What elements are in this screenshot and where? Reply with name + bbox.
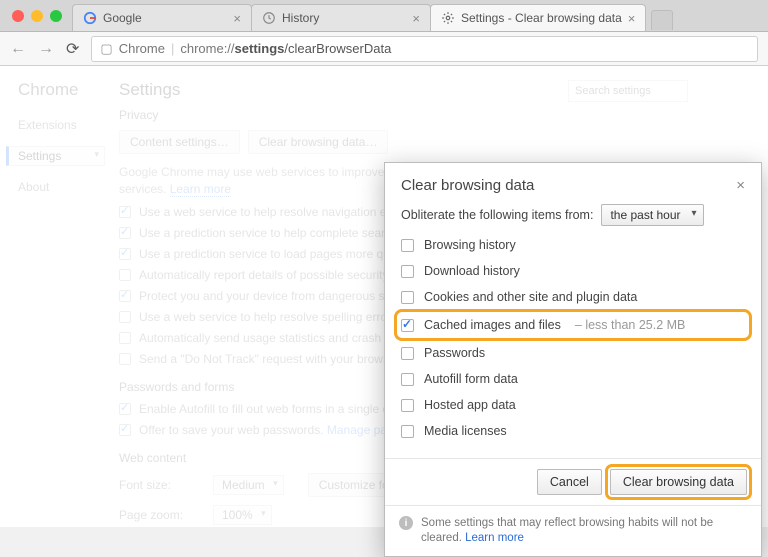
checkbox-label: Protect you and your device from dangero…: [139, 289, 403, 303]
checkbox-label: Enable Autofill to fill out web forms in…: [139, 402, 409, 416]
left-nav: Chrome Extensions Settings About: [0, 66, 105, 527]
tab-label: Settings - Clear browsing data: [461, 11, 622, 25]
checkbox-icon[interactable]: [401, 239, 414, 252]
info-icon: i: [399, 516, 413, 530]
omnibox-host: Chrome: [119, 41, 165, 56]
tab-history[interactable]: History ×: [251, 4, 431, 31]
checkbox-label: Use a web service to help resolve spelli…: [139, 310, 397, 324]
close-tab-icon[interactable]: ×: [233, 11, 241, 26]
learn-more-link[interactable]: Learn more: [465, 532, 524, 544]
checkbox-label: Use a prediction service to load pages m…: [139, 247, 413, 261]
back-button[interactable]: ←: [10, 40, 26, 58]
option-label: Cached images and files: [424, 318, 561, 332]
option-label: Download history: [424, 264, 520, 278]
dialog-footnote: Some settings that may reflect browsing …: [421, 516, 747, 546]
checkbox-icon[interactable]: [119, 269, 131, 281]
clear-browsing-data-dialog: Clear browsing data × Obliterate the fol…: [384, 162, 762, 557]
option-label: Autofill form data: [424, 372, 518, 386]
clear-data-option[interactable]: Autofill form data: [401, 370, 745, 388]
clear-data-option[interactable]: Hosted app data: [401, 396, 745, 414]
checkbox-icon[interactable]: [119, 332, 131, 344]
option-label: Media licenses: [424, 424, 507, 438]
history-icon: [262, 11, 276, 25]
tab-label: Google: [103, 11, 142, 25]
window-controls: [12, 10, 62, 22]
tab-strip: Google × History × Settings - Clear brow…: [0, 0, 768, 32]
close-tab-icon[interactable]: ×: [628, 11, 636, 26]
content-settings-button[interactable]: Content settings…: [119, 130, 240, 154]
checkbox-icon[interactable]: [119, 353, 131, 365]
gear-icon: [441, 11, 455, 25]
learn-more-link[interactable]: Learn more: [170, 182, 231, 197]
checkbox-icon[interactable]: [401, 319, 414, 332]
checkbox-icon[interactable]: [401, 291, 414, 304]
reload-button[interactable]: ⟳: [66, 39, 79, 59]
obliterate-label: Obliterate the following items from:: [401, 208, 593, 222]
option-label: Cookies and other site and plugin data: [424, 290, 637, 304]
google-icon: [83, 11, 97, 25]
checkbox-icon[interactable]: [119, 227, 131, 239]
tab-google[interactable]: Google ×: [72, 4, 252, 31]
close-icon[interactable]: ×: [736, 177, 745, 194]
nav-settings[interactable]: Settings: [6, 146, 105, 166]
checkbox-icon[interactable]: [401, 425, 414, 438]
option-label: Passwords: [424, 346, 485, 360]
search-settings-input[interactable]: [568, 80, 688, 102]
clear-browsing-data-button[interactable]: Clear browsing data…: [248, 130, 389, 154]
checkbox-icon[interactable]: [119, 403, 131, 415]
tab-settings[interactable]: Settings - Clear browsing data ×: [430, 4, 646, 31]
page-icon: ▢: [100, 41, 112, 57]
checkbox-icon[interactable]: [119, 248, 131, 260]
clear-data-option[interactable]: Cookies and other site and plugin data: [401, 288, 745, 306]
dialog-title: Clear browsing data: [401, 177, 736, 194]
option-label: Hosted app data: [424, 398, 516, 412]
checkbox-label: Use a web service to help resolve naviga…: [139, 205, 411, 219]
nav-about[interactable]: About: [18, 180, 105, 194]
brand-title: Chrome: [18, 80, 105, 100]
clear-data-option[interactable]: Cached images and files – less than 25.2 …: [399, 314, 747, 336]
checkbox-icon[interactable]: [401, 347, 414, 360]
option-extra: – less than 25.2 MB: [575, 318, 685, 332]
forward-button: →: [38, 40, 54, 58]
page-zoom-select[interactable]: 100%: [213, 505, 272, 525]
checkbox-icon[interactable]: [119, 290, 131, 302]
clear-data-option[interactable]: Download history: [401, 262, 745, 280]
nav-extensions[interactable]: Extensions: [18, 118, 105, 132]
page: Chrome Extensions Settings About Setting…: [0, 66, 768, 527]
clear-data-option[interactable]: Media licenses: [401, 422, 745, 440]
close-tab-icon[interactable]: ×: [412, 11, 420, 26]
checkbox-icon[interactable]: [401, 399, 414, 412]
clear-data-option[interactable]: Passwords: [401, 344, 745, 362]
privacy-header: Privacy: [119, 108, 748, 122]
maximize-window-icon[interactable]: [50, 10, 62, 22]
font-size-label: Font size:: [119, 478, 189, 492]
checkbox-icon[interactable]: [119, 424, 131, 436]
checkbox-icon[interactable]: [401, 265, 414, 278]
checkbox-icon[interactable]: [119, 311, 131, 323]
minimize-window-icon[interactable]: [31, 10, 43, 22]
tab-label: History: [282, 11, 319, 25]
clear-data-option[interactable]: Browsing history: [401, 236, 745, 254]
time-range-select[interactable]: the past hour: [601, 204, 703, 226]
clear-browsing-data-confirm-button[interactable]: Clear browsing data: [610, 469, 747, 495]
option-label: Browsing history: [424, 238, 516, 252]
cancel-button[interactable]: Cancel: [537, 469, 602, 495]
page-zoom-label: Page zoom:: [119, 508, 189, 522]
checkbox-icon[interactable]: [401, 373, 414, 386]
new-tab-button[interactable]: [651, 10, 673, 30]
close-window-icon[interactable]: [12, 10, 24, 22]
checkbox-icon[interactable]: [119, 206, 131, 218]
font-size-select[interactable]: Medium: [213, 475, 284, 495]
address-bar[interactable]: ▢ Chrome | chrome://settings/clearBrowse…: [91, 36, 758, 62]
toolbar: ← → ⟳ ▢ Chrome | chrome://settings/clear…: [0, 32, 768, 66]
